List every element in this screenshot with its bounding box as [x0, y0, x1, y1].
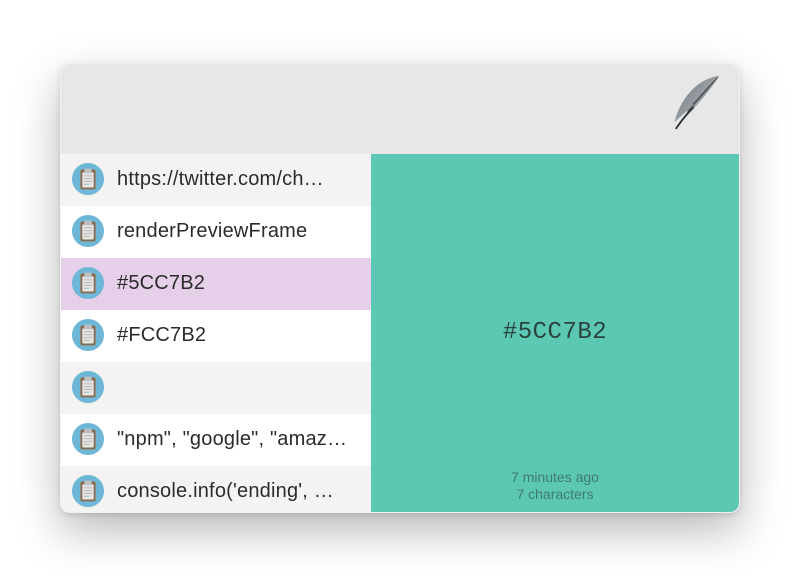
clip-row[interactable]: [61, 362, 371, 414]
preview-meta: 7 minutes ago 7 characters: [371, 469, 739, 504]
header: [61, 64, 739, 154]
preview-content: #5CC7B2: [503, 319, 607, 346]
clip-row[interactable]: console.info('ending', …: [61, 466, 371, 512]
clip-label: renderPreviewFrame: [117, 220, 361, 243]
clipboard-icon: [71, 162, 105, 196]
clipboard-icon: [71, 370, 105, 404]
clip-list[interactable]: https://twitter.com/ch… renderPreviewFra…: [61, 154, 371, 512]
preview-age: 7 minutes ago: [371, 469, 739, 487]
app-window: https://twitter.com/ch… renderPreviewFra…: [60, 63, 740, 513]
clip-label: "npm", "google", "amaz…: [117, 428, 361, 451]
clip-label: #FCC7B2: [117, 324, 361, 347]
preview-length: 7 characters: [371, 486, 739, 504]
clip-row[interactable]: https://twitter.com/ch…: [61, 154, 371, 206]
preview-pane: #5CC7B2 7 minutes ago 7 characters: [371, 154, 739, 512]
clip-label: console.info('ending', …: [117, 480, 361, 503]
clip-row[interactable]: #FCC7B2: [61, 310, 371, 362]
clip-row[interactable]: renderPreviewFrame: [61, 206, 371, 258]
clip-label: #5CC7B2: [117, 272, 361, 295]
clip-row-selected[interactable]: #5CC7B2: [61, 258, 371, 310]
clipboard-icon: [71, 474, 105, 508]
clipboard-icon: [71, 214, 105, 248]
clipboard-icon: [71, 318, 105, 352]
body: https://twitter.com/ch… renderPreviewFra…: [61, 154, 739, 512]
clip-row[interactable]: "npm", "google", "amaz…: [61, 414, 371, 466]
feather-icon: [665, 72, 725, 132]
clipboard-icon: [71, 266, 105, 300]
clipboard-icon: [71, 422, 105, 456]
clip-label: https://twitter.com/ch…: [117, 168, 361, 191]
